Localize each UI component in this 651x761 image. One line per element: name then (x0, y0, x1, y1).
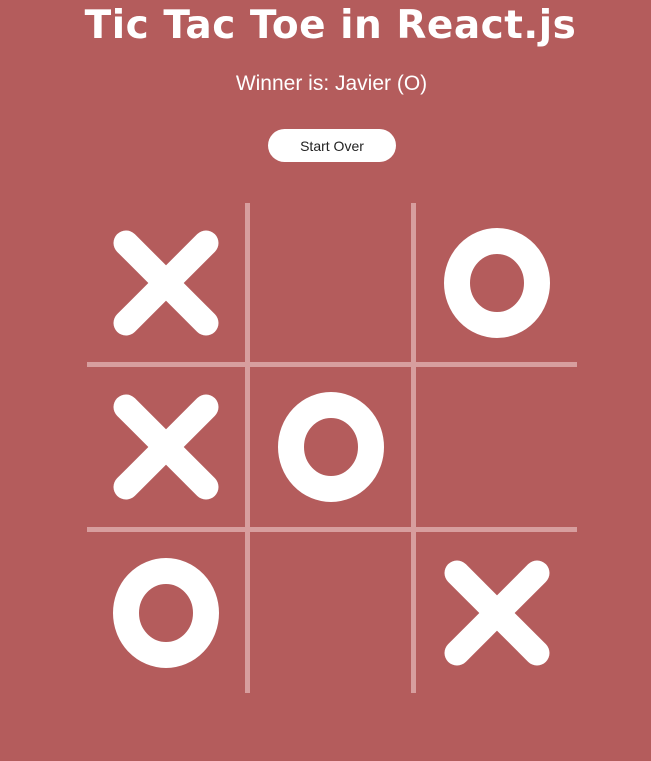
x-mark-icon (113, 230, 219, 335)
winner-status: Winner is: Javier (O) (235, 72, 428, 95)
app: Tic Tac Toe in React.js Winner is: Javie… (0, 0, 651, 761)
board-cell[interactable] (87, 203, 245, 362)
x-mark-icon (113, 394, 219, 500)
board-cell[interactable] (416, 532, 577, 693)
game-board (87, 203, 577, 693)
page-title: Tic Tac Toe in React.js (84, 3, 577, 48)
board-cell[interactable] (250, 203, 411, 362)
x-mark-icon (444, 560, 549, 665)
board-cell[interactable] (87, 532, 245, 693)
o-mark-icon (277, 392, 384, 502)
board-cell[interactable] (250, 367, 411, 527)
o-mark-icon (443, 227, 550, 338)
board-cell[interactable] (416, 203, 577, 362)
o-mark-icon (113, 557, 219, 668)
board-cell[interactable] (87, 367, 245, 527)
board-cell[interactable] (250, 532, 411, 693)
board-cell[interactable] (416, 367, 577, 527)
start-over-button[interactable]: Start Over (268, 129, 396, 162)
